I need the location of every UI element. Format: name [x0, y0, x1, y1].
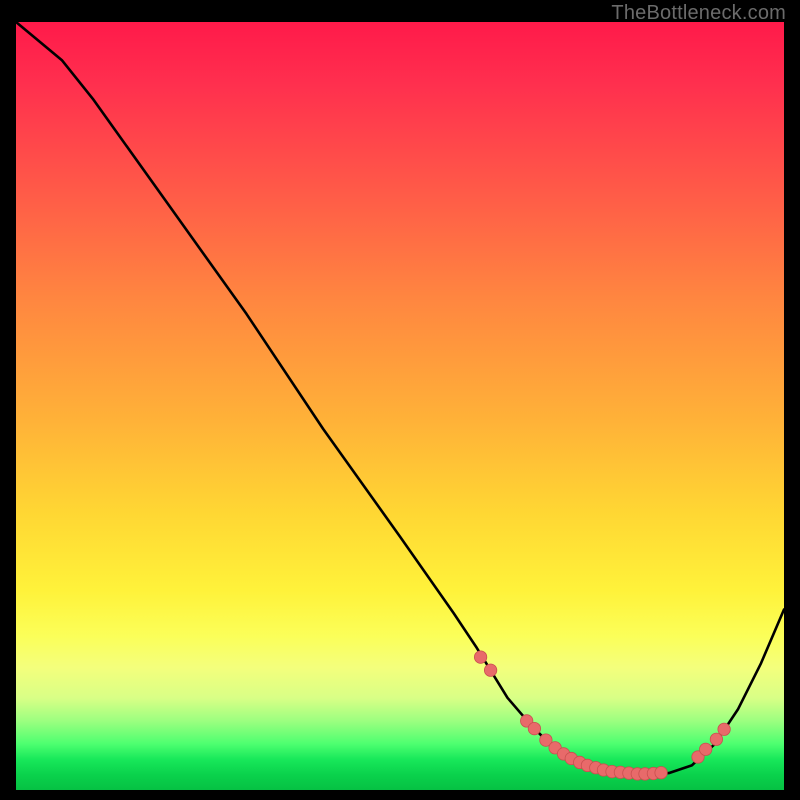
- curve-marker: [484, 664, 496, 676]
- bottleneck-curve: [16, 22, 784, 775]
- chart-container: { "watermark": "TheBottleneck.com", "col…: [0, 0, 800, 800]
- curve-marker: [718, 723, 730, 735]
- plot-area: [16, 22, 784, 790]
- chart-overlay-svg: [16, 22, 784, 790]
- curve-marker: [700, 743, 712, 755]
- curve-marker: [655, 767, 667, 779]
- curve-markers: [474, 651, 730, 780]
- curve-marker: [474, 651, 486, 663]
- curve-marker: [528, 722, 540, 734]
